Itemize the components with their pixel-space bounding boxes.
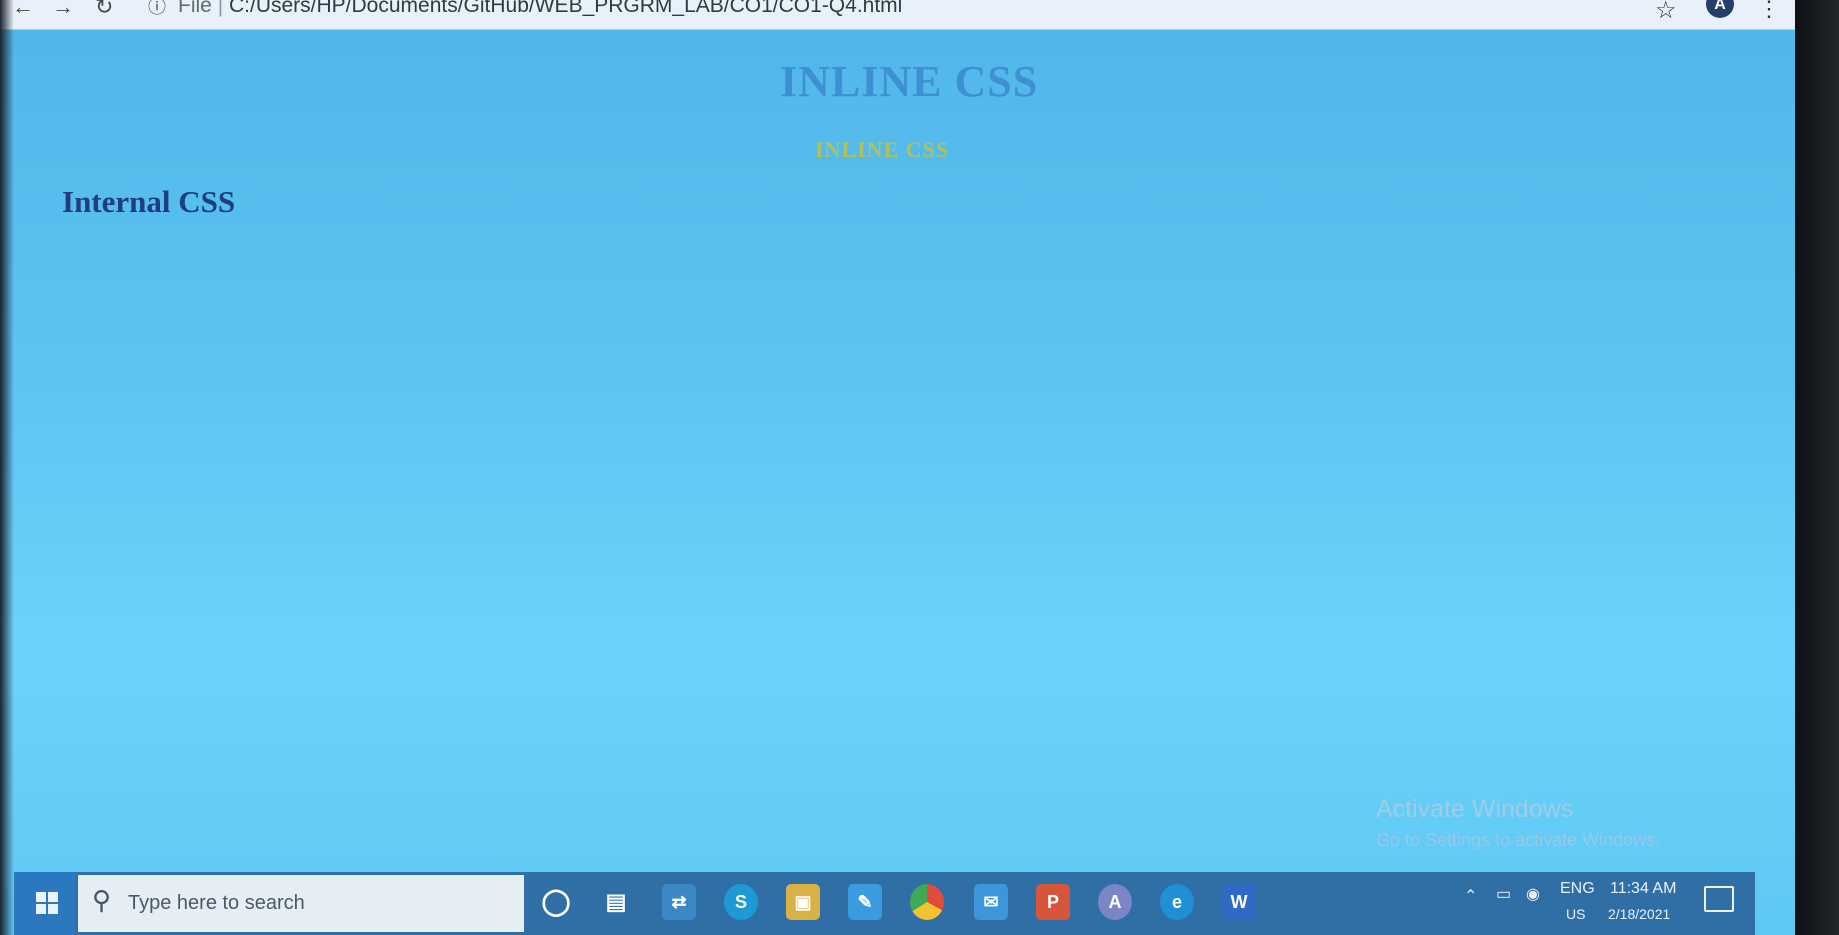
action-center-icon[interactable] bbox=[1704, 886, 1734, 912]
network-icon[interactable]: ◉ bbox=[1526, 884, 1540, 904]
monitor-screen: ← → ↻ ⓘ File | C:/Users/HP/Documents/Git… bbox=[0, 0, 1795, 935]
url-path: C:/Users/HP/Documents/GitHub/WEB_PRGRM_L… bbox=[228, 0, 903, 17]
search-placeholder: Type here to search bbox=[128, 892, 305, 914]
start-button[interactable] bbox=[14, 872, 76, 935]
address-bar[interactable]: File | C:/Users/HP/Documents/GitHub/WEB_… bbox=[178, 0, 902, 18]
windows-logo-icon bbox=[36, 892, 58, 914]
taskbar: ⚲ Type here to search ◯ ▤ ⇄ S ▣ ✎ ✉ P A … bbox=[14, 872, 1755, 935]
clock-time[interactable]: 11:34 AM bbox=[1610, 880, 1676, 898]
edge-icon[interactable]: e bbox=[1160, 884, 1194, 920]
page-subtitle: INLINE CSS bbox=[815, 137, 950, 162]
paint-icon[interactable]: A bbox=[1098, 884, 1132, 920]
language-indicator[interactable]: ENG bbox=[1560, 880, 1595, 898]
page-title: INLINE CSS bbox=[780, 57, 1039, 106]
cortana-icon[interactable]: ◯ bbox=[539, 884, 573, 920]
activate-windows-subtitle: Go to Settings to activate Windows. bbox=[1376, 830, 1661, 850]
bookmark-star-icon[interactable]: ☆ bbox=[1655, 0, 1677, 25]
file-info-icon[interactable]: ⓘ bbox=[148, 0, 166, 18]
mail-icon[interactable]: ✉ bbox=[974, 884, 1008, 920]
taskbar-search[interactable]: ⚲ Type here to search bbox=[78, 875, 524, 932]
profile-avatar[interactable]: A bbox=[1706, 0, 1734, 18]
show-hidden-icons-icon[interactable]: ⌃ bbox=[1464, 886, 1477, 906]
word-icon[interactable]: W bbox=[1222, 884, 1256, 920]
powerpoint-icon[interactable]: P bbox=[1036, 884, 1070, 920]
task-view-icon[interactable]: ▤ bbox=[599, 884, 633, 920]
file-share-icon[interactable]: ⇄ bbox=[662, 884, 696, 920]
monitor-bezel-left bbox=[0, 0, 14, 935]
internal-css-heading: Internal CSS bbox=[62, 184, 236, 219]
skype-icon[interactable]: S bbox=[724, 884, 758, 920]
region-indicator: US bbox=[1566, 906, 1586, 922]
monitor-bezel-right bbox=[1795, 0, 1839, 935]
file-explorer-icon[interactable]: ▣ bbox=[786, 884, 820, 920]
activate-windows-title: Activate Windows bbox=[1376, 795, 1574, 823]
reload-icon[interactable]: ↻ bbox=[95, 0, 113, 18]
notes-icon[interactable]: ✎ bbox=[848, 884, 882, 920]
back-icon[interactable]: ← bbox=[12, 0, 34, 18]
forward-icon[interactable]: → bbox=[52, 0, 74, 18]
browser-toolbar: ← → ↻ ⓘ File | C:/Users/HP/Documents/Git… bbox=[0, 0, 1795, 30]
search-icon: ⚲ bbox=[92, 885, 112, 915]
chrome-icon[interactable] bbox=[910, 884, 944, 920]
clock-date: 2/18/2021 bbox=[1608, 906, 1671, 922]
battery-icon[interactable]: ▭ bbox=[1496, 884, 1511, 904]
url-prefix: File bbox=[178, 0, 212, 17]
menu-kebab-icon[interactable]: ⋮ bbox=[1758, 0, 1780, 22]
